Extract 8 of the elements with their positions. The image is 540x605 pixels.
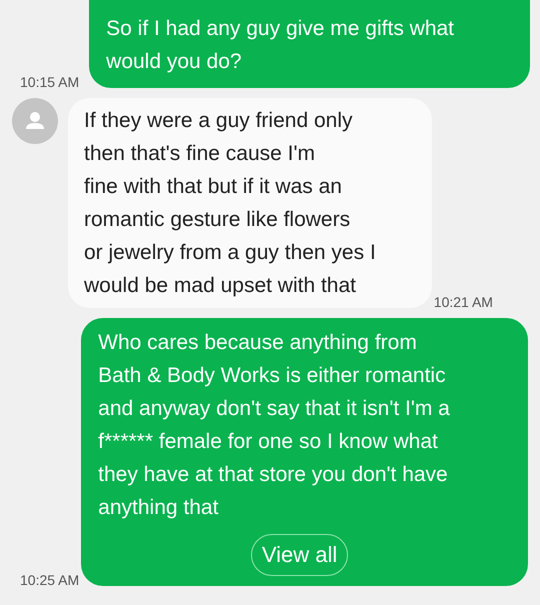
message-text: If they were a guy friend only then that's fine cause I'm fine with that but if it was an romantic gesture like flowers or jewelry from a guy then yes I would be mad upset with that [84, 108, 376, 299]
message-time: 10:15 AM [20, 74, 80, 90]
view-all-button[interactable]: View all [250, 534, 348, 576]
message-time: 10:21 AM [434, 294, 493, 310]
avatar-icon [12, 98, 58, 144]
message-text: Who cares because anything from Bath & Body Works is either romantic and anyway don't say that it isn't I'm a f****** female for one so I know what they have at that store you don't have anything that [98, 330, 451, 521]
message-time: 10:25 AM [20, 572, 80, 588]
message-text: So if I had any guy give me gifts what would you do? [106, 16, 456, 75]
